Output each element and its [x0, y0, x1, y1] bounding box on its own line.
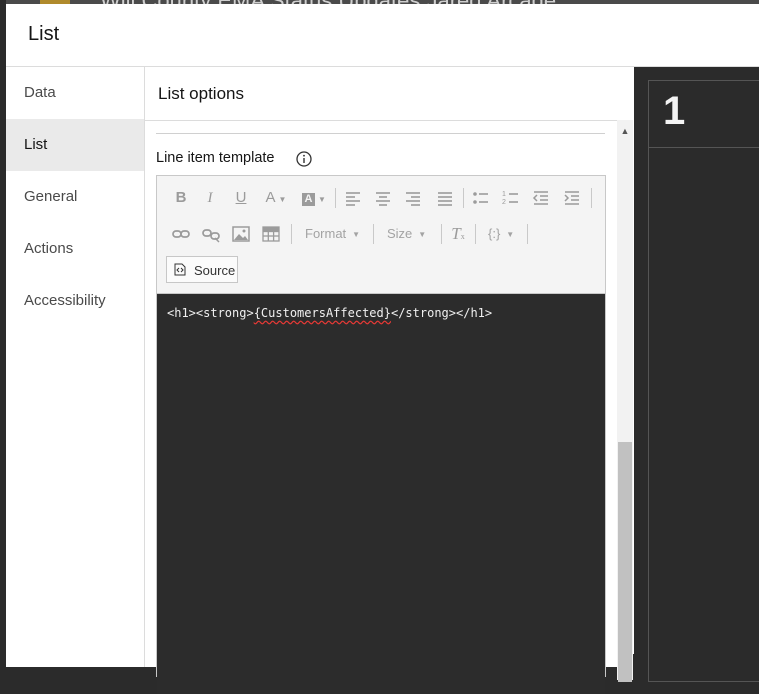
scroll-up-arrow-icon[interactable]: ▲ — [618, 125, 632, 137]
chevron-down-icon: ▼ — [506, 229, 515, 239]
dialog-title: List — [28, 23, 60, 45]
justify-icon[interactable] — [435, 188, 455, 208]
preview-item-card: 1 — [648, 80, 759, 682]
sidebar-item-accessibility[interactable]: Accessibility — [6, 275, 144, 327]
increase-indent-icon[interactable] — [562, 188, 582, 208]
panel-title: List options — [158, 84, 244, 103]
panel-header: List options — [145, 67, 633, 121]
sidebar-item-data[interactable]: Data — [6, 67, 144, 119]
chevron-down-icon: ▼ — [418, 229, 427, 239]
code-close-tags: </strong></h1> — [390, 306, 493, 320]
sidebar-item-actions[interactable]: Actions — [6, 223, 144, 275]
insert-field-dropdown[interactable]: {:} ▼ — [488, 224, 514, 244]
format-label: Format — [305, 226, 347, 241]
align-right-icon[interactable] — [403, 188, 423, 208]
align-center-icon[interactable] — [373, 188, 393, 208]
text-color-icon[interactable]: A ▼ — [261, 188, 291, 208]
code-line: <h1><strong>{CustomersAffected}</strong>… — [167, 306, 492, 320]
rich-text-editor: B I U A ▼ A ▼ 12 Format ▼ Size ▼ Tx {:} … — [156, 175, 606, 694]
list-options-panel: List options Line item template B I U A ▼… — [145, 67, 633, 694]
preview-item-header: 1 — [649, 81, 759, 148]
sidebar-item-general[interactable]: General — [6, 171, 144, 223]
italic-icon[interactable]: I — [200, 188, 220, 208]
section-divider — [156, 133, 605, 134]
toolbar-separator — [335, 188, 336, 208]
toolbar-separator — [373, 224, 374, 244]
size-label: Size — [387, 226, 413, 241]
format-dropdown[interactable]: Format ▼ — [305, 224, 360, 244]
chevron-down-icon: ▼ — [352, 229, 361, 239]
table-icon[interactable] — [261, 224, 281, 244]
source-code-area[interactable]: <h1><strong>{CustomersAffected}</strong>… — [157, 294, 605, 694]
unlink-icon[interactable] — [201, 224, 221, 244]
toolbar-separator — [475, 224, 476, 244]
panel-scrollbar-thumb[interactable] — [618, 442, 632, 682]
bullet-list-icon[interactable] — [471, 188, 491, 208]
bold-icon[interactable]: B — [171, 188, 191, 208]
sidebar-item-list[interactable]: List — [6, 119, 144, 171]
link-icon[interactable] — [171, 224, 191, 244]
svg-text:1: 1 — [502, 191, 506, 198]
numbered-list-icon[interactable]: 12 — [501, 188, 521, 208]
field-token: {CustomersAffected} — [253, 306, 391, 320]
settings-sidebar: Data List General Actions Accessibility — [6, 67, 145, 667]
background-color-icon[interactable]: A ▼ — [299, 188, 329, 208]
underline-icon[interactable]: U — [231, 188, 251, 208]
preview-value: 1 — [663, 89, 686, 133]
align-left-icon[interactable] — [343, 188, 363, 208]
toolbar-separator — [441, 224, 442, 244]
source-button[interactable]: Source — [166, 256, 238, 283]
toolbar-separator — [591, 188, 592, 208]
image-icon[interactable] — [231, 224, 251, 244]
toolbar-separator — [463, 188, 464, 208]
size-dropdown[interactable]: Size ▼ — [387, 224, 426, 244]
remove-format-icon[interactable]: Tx — [448, 224, 468, 244]
line-item-template-label: Line item template — [156, 150, 275, 166]
dialog-header: List — [6, 4, 759, 67]
toolbar-separator — [527, 224, 528, 244]
list-preview: 1 — [634, 67, 759, 682]
source-icon — [174, 263, 186, 276]
svg-text:2: 2 — [502, 199, 506, 206]
code-open-tags: <h1><strong> — [167, 306, 254, 320]
editor-toolbar: B I U A ▼ A ▼ 12 Format ▼ Size ▼ Tx {:} … — [157, 176, 605, 294]
list-settings-dialog: List Data List General Actions Accessibi… — [6, 4, 759, 694]
info-icon[interactable] — [296, 151, 312, 167]
toolbar-separator — [291, 224, 292, 244]
decrease-indent-icon[interactable] — [531, 188, 551, 208]
field-token-label: {:} — [488, 226, 501, 241]
source-label: Source — [194, 263, 236, 278]
